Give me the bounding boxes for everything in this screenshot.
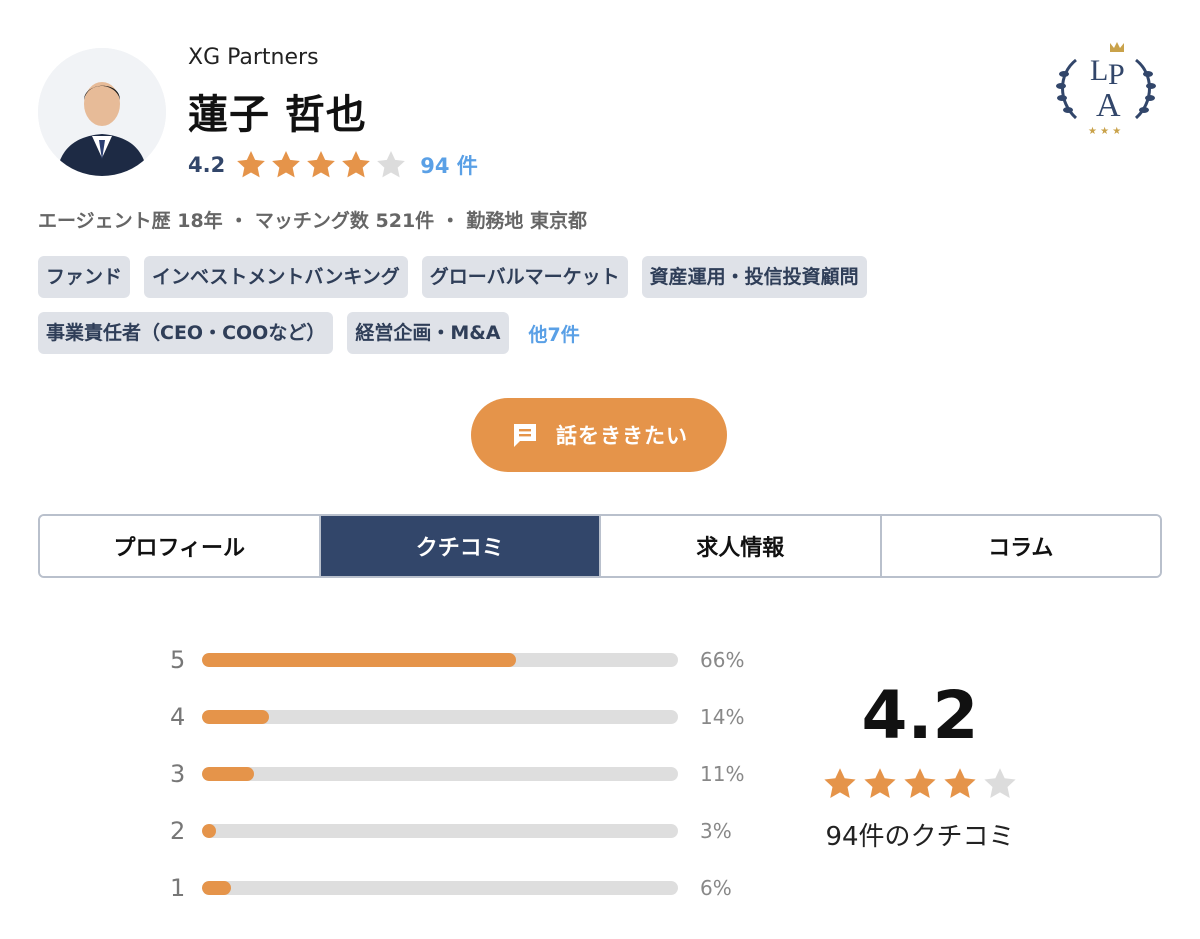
contact-button[interactable]: 話をききたい xyxy=(471,398,727,472)
contact-button-label: 話をききたい xyxy=(556,424,688,448)
rating-bar-row: 4 14% xyxy=(170,697,770,737)
tab-0[interactable]: プロフィール xyxy=(40,516,321,576)
specialty-tag[interactable]: 資産運用・投信投資顧問 xyxy=(641,256,867,298)
tag-row: ファンド インベストメントバンキング グローバルマーケット 資産運用・投信投資顧問 xyxy=(38,256,998,298)
star-icon xyxy=(864,768,896,798)
rating-bar-track xyxy=(202,881,678,895)
rating-bar-fill xyxy=(202,824,217,838)
star-icon xyxy=(984,768,1016,798)
specialty-tag[interactable]: 経営企画・M&A xyxy=(347,312,509,354)
rating-bar-fill xyxy=(202,710,269,724)
rating-bar-row: 1 6% xyxy=(170,868,770,908)
specialty-tag[interactable]: インベストメントバンキング xyxy=(144,256,408,298)
rating-value: 4.2 xyxy=(188,153,226,177)
agent-meta: エージェント歴 18年 ・ マッチング数 521件 ・ 勤務地 東京都 xyxy=(38,210,588,232)
star-icon xyxy=(272,151,301,178)
rating-star-label: 4 xyxy=(170,703,186,731)
specialty-tags: ファンド インベストメントバンキング グローバルマーケット 資産運用・投信投資顧問 事… xyxy=(38,256,998,368)
agent-avatar xyxy=(38,48,166,176)
rating-bar-row: 3 11% xyxy=(170,754,770,794)
rating-bar-track xyxy=(202,710,678,724)
tag-row: 事業責任者（CEO・COOなど） 経営企画・M&A 他7件 xyxy=(38,312,998,354)
summary-review-count: 94件のクチコミ xyxy=(825,822,1015,852)
rating-bar-fill xyxy=(202,881,231,895)
more-tags-link[interactable]: 他7件 xyxy=(529,320,580,347)
rating-star-label: 1 xyxy=(170,874,186,902)
rating-percent: 66% xyxy=(700,648,745,672)
rating-star-label: 5 xyxy=(170,646,186,674)
svg-text:A: A xyxy=(1096,87,1121,124)
company-name: XG Partners xyxy=(188,45,319,70)
lpa-logo: L P A ★ ★ ★ xyxy=(1050,40,1162,140)
star-icon xyxy=(377,151,406,178)
star-icon xyxy=(904,768,936,798)
specialty-tag[interactable]: グローバルマーケット xyxy=(421,256,628,298)
section-tabs: プロフィール クチコミ 求人情報 コラム xyxy=(38,514,1162,578)
rating-bar-row: 2 3% xyxy=(170,811,770,851)
rating-summary: 4.2 94件のクチコミ xyxy=(800,676,1040,853)
rating-bar-fill xyxy=(202,653,517,667)
agent-name: 蓮子 哲也 xyxy=(188,92,367,138)
star-icon xyxy=(237,151,266,178)
rating-bar-track xyxy=(202,767,678,781)
rating-percent: 11% xyxy=(700,762,745,786)
rating-percent: 3% xyxy=(700,819,732,843)
rating-bar-row: 5 66% xyxy=(170,640,770,680)
review-count-link[interactable]: 94 件 xyxy=(420,150,478,180)
specialty-tag[interactable]: ファンド xyxy=(38,256,131,298)
rating-percent: 6% xyxy=(700,876,732,900)
rating-percent: 14% xyxy=(700,705,745,729)
specialty-tag[interactable]: 事業責任者（CEO・COOなど） xyxy=(38,312,334,354)
rating-bar-track xyxy=(202,824,678,838)
tab-1[interactable]: クチコミ xyxy=(320,516,601,576)
svg-text:L: L xyxy=(1090,54,1108,87)
rating-stars xyxy=(235,149,410,181)
star-icon xyxy=(307,151,336,178)
svg-text:★ ★ ★: ★ ★ ★ xyxy=(1088,126,1121,137)
star-icon xyxy=(342,151,371,178)
star-icon xyxy=(824,768,856,798)
rating-bar-fill xyxy=(202,767,255,781)
summary-stars xyxy=(800,766,1040,802)
rating-row: 4.2 94 件 xyxy=(188,148,478,182)
chat-icon xyxy=(514,424,536,447)
star-icon xyxy=(944,768,976,798)
rating-bar-track xyxy=(202,653,678,667)
tab-2[interactable]: 求人情報 xyxy=(601,516,882,576)
rating-star-label: 2 xyxy=(170,817,186,845)
rating-star-label: 3 xyxy=(170,760,186,788)
summary-score: 4.2 xyxy=(861,677,979,754)
tab-3[interactable]: コラム xyxy=(881,516,1160,576)
